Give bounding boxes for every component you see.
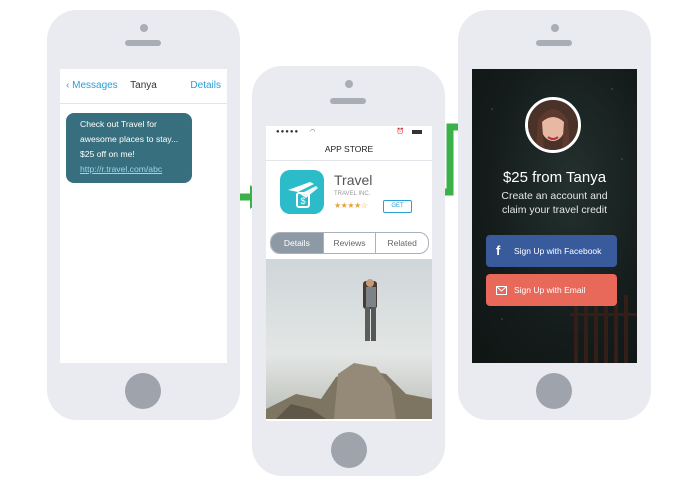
signup-email-button[interactable]: Sign Up with Email: [486, 274, 617, 306]
home-button[interactable]: [125, 373, 161, 409]
earpiece: [536, 40, 572, 46]
referral-link[interactable]: http://r.travel.com/abc: [80, 162, 192, 177]
offer-subtext-line-1: Create an account and: [501, 190, 608, 202]
divider: [266, 160, 432, 161]
signup-screen: $25 from Tanya Create an account and cla…: [472, 69, 637, 363]
offer-subtext: Create an account and claim your travel …: [472, 189, 637, 217]
bubble-line-3: $25 off on me!: [80, 149, 135, 159]
store-title: APP STORE: [324, 144, 374, 154]
earpiece: [125, 40, 161, 46]
tab-details[interactable]: Details: [271, 233, 323, 253]
phone-appstore: ●●●●● ◠ ⏰ APP STORE $ Travel TRAVEL INC.…: [252, 66, 445, 476]
rating-stars: ★★★★☆: [334, 201, 368, 210]
segmented-control: Details Reviews Related: [270, 232, 429, 254]
home-button[interactable]: [536, 373, 572, 409]
alarm-icon: ⏰: [396, 129, 404, 135]
earpiece: [330, 98, 366, 104]
avatar-portrait: [528, 100, 578, 150]
envelope-icon: [496, 274, 507, 307]
appstore-screen: ●●●●● ◠ ⏰ APP STORE $ Travel TRAVEL INC.…: [266, 126, 432, 421]
get-button[interactable]: GET: [383, 200, 412, 213]
offer-headline: $25 from Tanya: [502, 169, 607, 186]
camera-dot: [345, 80, 353, 88]
tab-related[interactable]: Related: [375, 233, 428, 253]
battery-icon: [412, 130, 422, 134]
message-bubble: Check out Travel for awesome places to s…: [66, 113, 192, 183]
hiker-photo: [266, 259, 432, 419]
avatar: [525, 97, 581, 153]
home-button[interactable]: [331, 432, 367, 468]
signup-facebook-label: Sign Up with Facebook: [514, 246, 602, 256]
app-name: Travel: [334, 172, 373, 188]
app-icon[interactable]: $: [280, 170, 324, 214]
camera-dot: [551, 24, 559, 32]
camera-dot: [140, 24, 148, 32]
offer-subtext-line-2: claim your travel credit: [501, 204, 608, 216]
messages-navbar: ‹ Messages Tanya Details: [60, 69, 227, 104]
messages-screen: ‹ Messages Tanya Details Check out Trave…: [60, 69, 227, 363]
signal-icon: ●●●●●: [276, 129, 300, 135]
svg-text:$: $: [300, 196, 305, 206]
wifi-icon: ◠: [310, 129, 316, 135]
details-button[interactable]: Details: [190, 80, 221, 91]
luggage-plane-icon: $: [288, 182, 318, 208]
bubble-line-2: awesome places to stay...: [80, 134, 179, 144]
bubble-line-1: Check out Travel for: [80, 119, 157, 129]
phone-signup: $25 from Tanya Create an account and cla…: [458, 10, 651, 420]
facebook-icon: f: [496, 243, 501, 258]
phone-messages: ‹ Messages Tanya Details Check out Trave…: [47, 10, 240, 420]
signup-email-label: Sign Up with Email: [514, 285, 586, 295]
tab-reviews[interactable]: Reviews: [322, 233, 376, 253]
signup-facebook-button[interactable]: f Sign Up with Facebook: [486, 235, 617, 267]
app-developer: TRAVEL INC.: [334, 191, 371, 197]
status-bar: ●●●●● ◠ ⏰: [266, 126, 432, 140]
